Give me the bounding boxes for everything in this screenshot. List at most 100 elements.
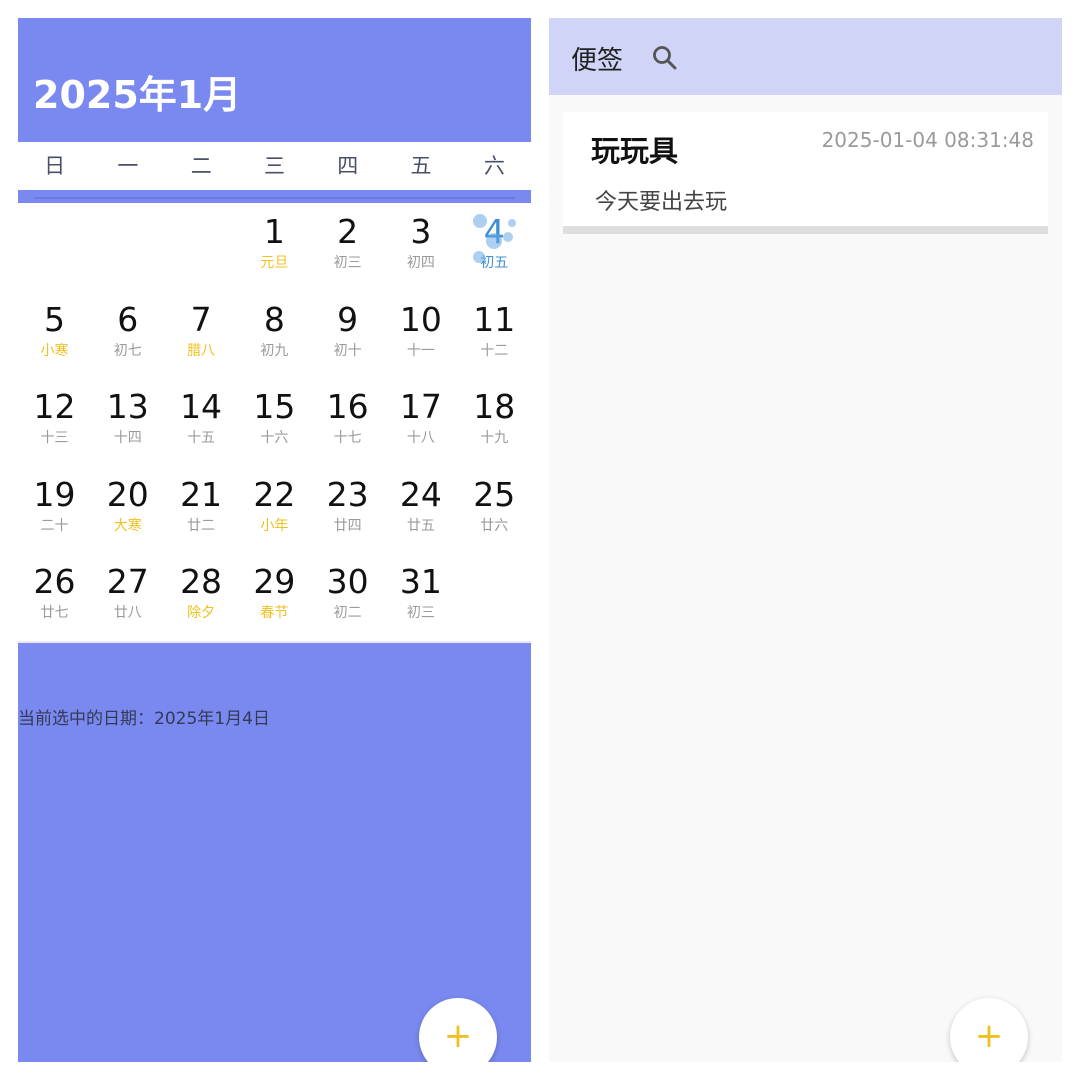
day-number: 30	[326, 562, 369, 602]
note-card[interactable]: 玩玩具 2025-01-04 08:31:48 今天要出去玩	[563, 112, 1048, 234]
calendar-day[interactable]: 31 初三	[384, 553, 457, 641]
lunar-date: 十八	[406, 430, 435, 447]
lunar-date: 廿二	[187, 517, 216, 534]
festival-label: 小年	[260, 517, 289, 534]
lunar-date: 廿六	[480, 517, 509, 534]
lunar-date: 十四	[113, 430, 142, 447]
calendar-day[interactable]: 12 十三	[18, 378, 91, 466]
calendar-day[interactable]: 7 腊八	[165, 291, 238, 379]
notes-panel: 便签 玩玩具 2025-01-04 08:31:48 今天要出去玩 +	[549, 18, 1062, 1062]
calendar-day[interactable]: 13 十四	[91, 378, 164, 466]
calendar-day[interactable]: 20 大寒	[91, 466, 164, 554]
day-number: 10	[399, 299, 442, 339]
calendar-day[interactable]: 26 廿七	[18, 553, 91, 641]
day-number: 24	[399, 474, 442, 514]
day-number: 16	[326, 387, 369, 427]
festival-label: 小寒	[40, 342, 69, 359]
calendar-day[interactable]: 15 十六	[238, 378, 311, 466]
lunar-date: 初三	[406, 605, 435, 622]
calendar-day-selected[interactable]: 4 初五	[458, 203, 531, 291]
day-number: 26	[33, 562, 76, 602]
day-number: 3	[410, 212, 432, 251]
lunar-date: 初四	[406, 255, 435, 271]
month-title[interactable]: 2025年1月	[33, 64, 241, 119]
day-number: 9	[337, 299, 359, 339]
lunar-date: 廿五	[406, 517, 435, 534]
calendar-day[interactable]: 24 廿五	[384, 466, 457, 554]
day-number: 17	[399, 387, 442, 427]
day-number: 31	[399, 562, 442, 602]
calendar-day[interactable]: 28 除夕	[165, 553, 238, 641]
lunar-date: 初十	[333, 342, 362, 359]
festival-label: 元旦	[260, 255, 289, 271]
day-number: 7	[190, 299, 212, 339]
calendar-day[interactable]: 22 小年	[238, 466, 311, 554]
day-number: 25	[473, 474, 516, 514]
day-number: 28	[180, 562, 223, 602]
calendar-day[interactable]: 11 十二	[458, 291, 531, 379]
calendar-day[interactable]: 8 初九	[238, 291, 311, 379]
weekday-sun: 日	[44, 154, 66, 178]
lunar-date: 十七	[333, 430, 362, 447]
weekday-sat: 六	[483, 154, 505, 178]
calendar-day[interactable]: 17 十八	[384, 378, 457, 466]
notes-header: 便签	[549, 18, 1062, 95]
grid-divider	[18, 641, 531, 643]
add-note-button[interactable]: +	[950, 998, 1028, 1062]
weekday-row: 日 一 二 三 四 五 六	[18, 142, 531, 190]
calendar-header: 2025年1月	[18, 18, 531, 142]
day-number: 18	[473, 387, 516, 427]
calendar-day[interactable]: 3 初四	[384, 203, 457, 291]
lunar-date: 初七	[113, 342, 142, 359]
lunar-date: 廿八	[113, 605, 142, 622]
lunar-date: 初三	[333, 255, 362, 271]
lunar-date: 十二	[480, 342, 509, 359]
calendar-day[interactable]: 5 小寒	[18, 291, 91, 379]
day-number: 27	[106, 562, 149, 602]
calendar-day[interactable]: 1 元旦	[238, 203, 311, 291]
calendar-day[interactable]: 30 初二	[311, 553, 384, 641]
notes-title: 便签	[571, 46, 624, 76]
note-card-divider	[563, 226, 1048, 234]
day-number: 2	[337, 212, 359, 251]
lunar-date: 十九	[480, 430, 509, 447]
search-icon[interactable]	[651, 44, 679, 72]
calendar-day[interactable]: 27 廿八	[91, 553, 164, 641]
day-number: 1	[263, 212, 285, 251]
day-number: 20	[106, 474, 149, 514]
day-number: 4	[483, 212, 505, 251]
calendar-day[interactable]: 25 廿六	[458, 466, 531, 554]
weekday-mon: 一	[117, 154, 139, 178]
calendar-day[interactable]: 16 十七	[311, 378, 384, 466]
weekday-thu: 四	[337, 154, 359, 178]
calendar-day[interactable]: 29 春节	[238, 553, 311, 641]
calendar-day[interactable]: 6 初七	[91, 291, 164, 379]
calendar-day[interactable]: 9 初十	[311, 291, 384, 379]
calendar-day[interactable]: 10 十一	[384, 291, 457, 379]
day-number: 19	[33, 474, 76, 514]
lunar-date: 十六	[260, 430, 289, 447]
calendar-day[interactable]: 2 初三	[311, 203, 384, 291]
calendar-day[interactable]: 14 十五	[165, 378, 238, 466]
calendar-day[interactable]: 23 廿四	[311, 466, 384, 554]
selected-date-label: 当前选中的日期：2025年1月4日	[18, 709, 270, 729]
day-number: 8	[263, 299, 285, 339]
festival-label: 春节	[260, 605, 289, 622]
lunar-date: 初九	[260, 342, 289, 359]
day-number: 13	[106, 387, 149, 427]
calendar-day[interactable]: 19 二十	[18, 466, 91, 554]
calendar-day[interactable]: 21 廿二	[165, 466, 238, 554]
lunar-date: 十一	[406, 342, 435, 359]
calendar-grid: 1 元旦 2 初三 3 初四 4 初五 5 小寒 6 初七 7 腊八 8 初九 9 初十 10 十一 11 十二 12 十三 1…	[18, 203, 531, 643]
note-body: 今天要出去玩	[595, 190, 728, 215]
weekday-tue: 二	[190, 154, 212, 178]
calendar-panel: 2025年1月 日 一 二 三 四 五 六 1 元旦 2 初三 3 初四 4 初五 5 小寒 6 初七…	[18, 18, 531, 1062]
calendar-day[interactable]: 18 十九	[458, 378, 531, 466]
add-event-button[interactable]: +	[419, 998, 497, 1062]
note-title: 玩玩具	[591, 134, 679, 168]
lunar-date: 十三	[40, 430, 69, 447]
weekday-fri: 五	[410, 154, 432, 178]
day-number: 29	[253, 562, 296, 602]
lunar-date: 二十	[40, 517, 69, 534]
festival-label: 大寒	[113, 517, 142, 534]
